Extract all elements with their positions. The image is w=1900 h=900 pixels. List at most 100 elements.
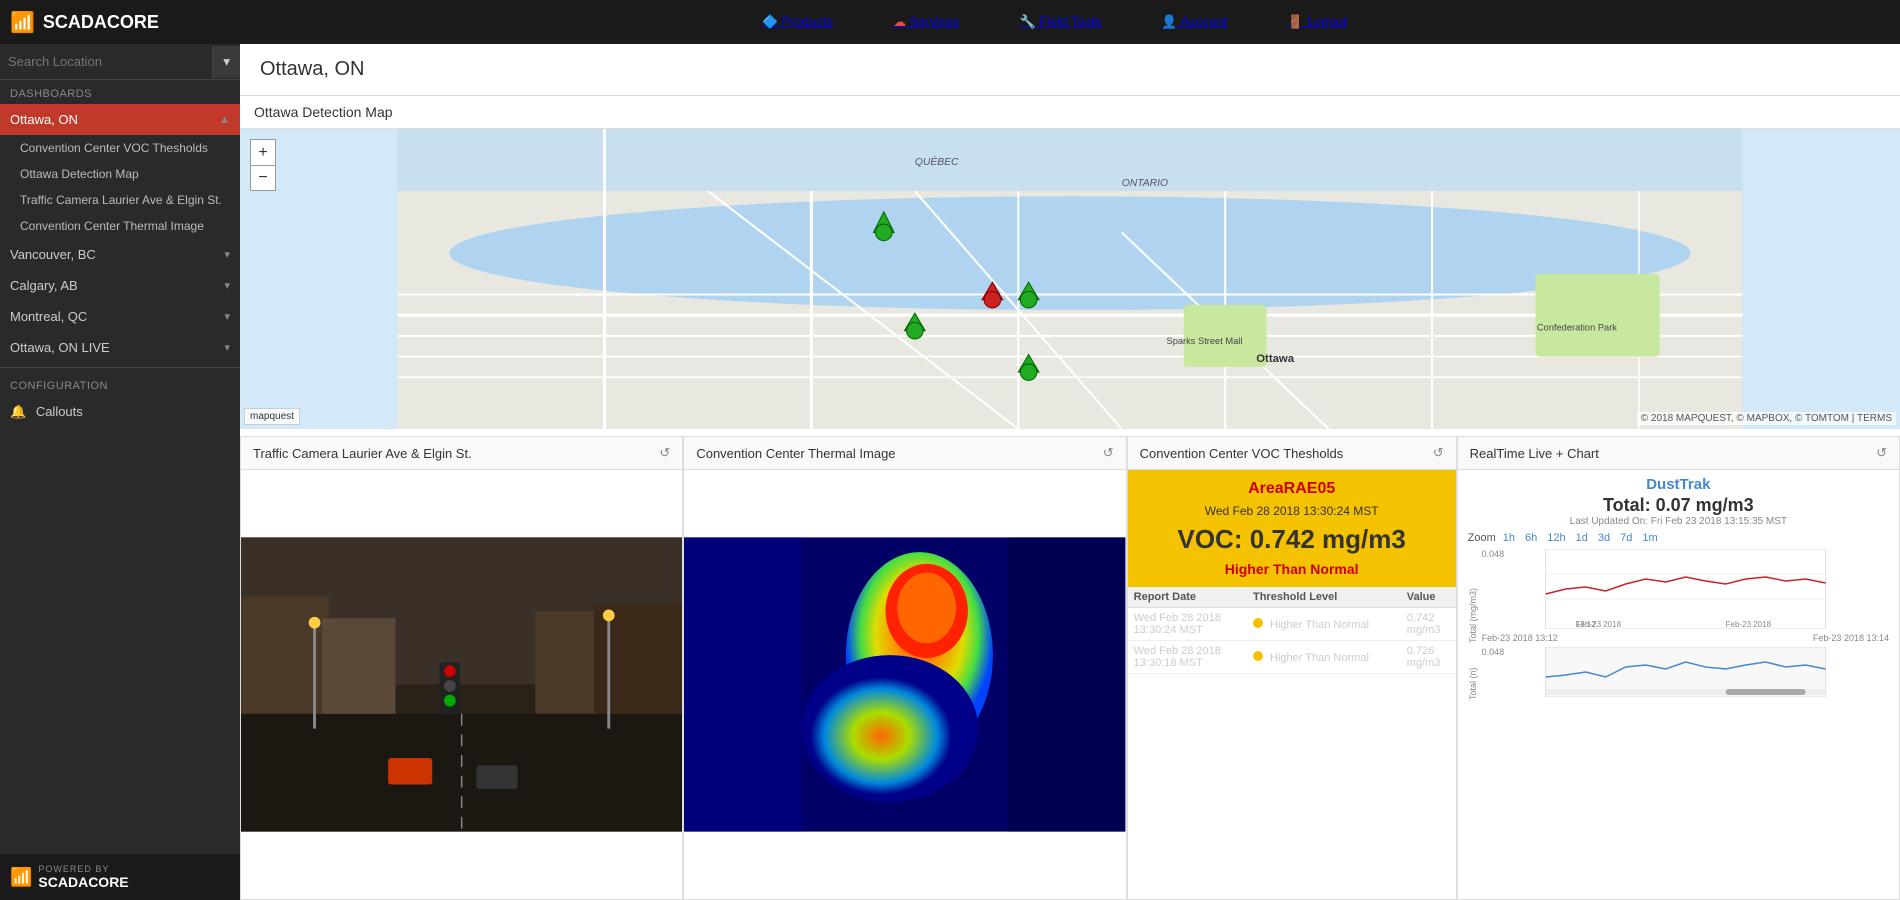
sidebar-item-callouts[interactable]: 🔔 Callouts [0, 396, 240, 428]
chart-total: Total: 0.07 mg/m3 [1468, 495, 1889, 516]
thermal-image-body [684, 470, 1125, 899]
sidebar-item-vancouver-bc[interactable]: Vancouver, BC ▾ [0, 239, 240, 270]
sidebar-sub-voc-thesholds[interactable]: Convention Center VOC Thesholds [0, 135, 240, 161]
traffic-camera-panel: Traffic Camera Laurier Ave & Elgin St. ↺ [240, 436, 683, 900]
chart-y-axis-label-2: Total (n) [1468, 647, 1478, 700]
zoom-1d[interactable]: 1d [1573, 531, 1591, 545]
dashboards-section-label: DASHBOARDS [0, 80, 240, 104]
chart-x-label-right: Feb-23 2018 13:14 [1813, 633, 1889, 643]
chart-y-axis-label: Total (mg/m3) [1468, 549, 1478, 643]
chevron-down-icon: ▾ [224, 310, 230, 323]
threshold-dot [1253, 651, 1263, 661]
main-content: Ottawa, ON Ottawa Detection Map [240, 44, 1900, 900]
svg-text:Confederation Park: Confederation Park [1537, 323, 1617, 333]
chevron-up-icon: ▲ [219, 114, 230, 126]
sidebar-sub-detection-map[interactable]: Ottawa Detection Map [0, 161, 240, 187]
realtime-panel-body: DustTrak Total: 0.07 mg/m3 Last Updated … [1458, 470, 1899, 899]
nav-products[interactable]: 🔷 Products [762, 14, 833, 30]
traffic-cam-refresh-icon[interactable]: ↺ [659, 445, 670, 461]
zoom-6h[interactable]: 6h [1522, 531, 1540, 545]
nav-field-tools[interactable]: 🔧 Field Tools [1020, 14, 1102, 30]
svg-text:13:12: 13:12 [1575, 620, 1596, 629]
nav-account[interactable]: 👤 Account [1161, 14, 1227, 30]
field-tools-icon: 🔧 [1020, 14, 1036, 29]
zoom-3d[interactable]: 3d [1595, 531, 1613, 545]
thermal-refresh-icon[interactable]: ↺ [1103, 445, 1114, 461]
search-bar: ▾ [0, 44, 240, 80]
threshold-dot [1253, 618, 1263, 628]
logo-text: SCADACORE [43, 12, 159, 33]
configuration-section-label: CONFIGURATION [0, 372, 240, 396]
map-svg: Sparks Street Mall Ottawa Confederation … [240, 129, 1900, 429]
svg-text:ONTARIO: ONTARIO [1122, 178, 1168, 189]
thermal-image-panel-header: Convention Center Thermal Image ↺ [684, 437, 1125, 470]
chevron-down-icon: ▾ [224, 248, 230, 261]
map-panel: Ottawa Detection Map [240, 96, 1900, 436]
svg-text:Feb-23 2018: Feb-23 2018 [1725, 620, 1771, 629]
chart-title: DustTrak [1468, 476, 1889, 493]
traffic-camera-panel-header: Traffic Camera Laurier Ave & Elgin St. ↺ [241, 437, 682, 470]
zoom-12h[interactable]: 12h [1544, 531, 1568, 545]
realtime-panel-header: RealTime Live + Chart ↺ [1458, 437, 1899, 470]
voc-table: Report Date Threshold Level Value Wed Fe… [1128, 587, 1456, 674]
map-title: Ottawa Detection Map [240, 96, 1900, 129]
voc-sensor-name: AreaRAE05 [1138, 480, 1446, 498]
map-attribution: © 2018 MAPQUEST, © MAPBOX, © TOMTOM | TE… [1637, 412, 1896, 425]
zoom-out-button[interactable]: − [250, 165, 276, 191]
voc-status: Higher Than Normal [1138, 561, 1446, 577]
wifi-footer-icon: 📶 [10, 867, 32, 888]
map-container[interactable]: Sparks Street Mall Ottawa Confederation … [240, 129, 1900, 429]
realtime-chart-svg: Feb-23 2018 13:12 Feb-23 2018 [1482, 549, 1889, 629]
realtime-chart2-svg [1482, 647, 1889, 697]
table-row: Wed Feb 28 2018 13:30:24 MST Higher Than… [1128, 608, 1456, 641]
zoom-controls: Zoom 1h 6h 12h 1d 3d 7d 1m [1468, 531, 1889, 545]
svg-text:QUÉBEC: QUÉBEC [915, 155, 959, 168]
products-icon: 🔷 [762, 14, 778, 29]
thermal-image-panel: Convention Center Thermal Image ↺ [683, 436, 1126, 900]
voc-panel-body: AreaRAE05 Wed Feb 28 2018 13:30:24 MST V… [1128, 470, 1456, 899]
map-controls: + − [250, 139, 276, 191]
nav-logout[interactable]: 🚪 Logout [1287, 14, 1347, 30]
voc-refresh-icon[interactable]: ↺ [1433, 445, 1444, 461]
voc-panel: Convention Center VOC Thesholds ↺ AreaRA… [1127, 436, 1457, 900]
mapquest-logo: mapquest [244, 408, 300, 425]
sidebar-item-ottawa-on-live[interactable]: Ottawa, ON LIVE ▾ [0, 332, 240, 363]
chevron-down-icon: ▾ [224, 341, 230, 354]
powered-by-footer: 📶 POWERED BY SCADACORE [0, 854, 240, 900]
services-icon: ☁ [893, 14, 906, 29]
voc-datetime: Wed Feb 28 2018 13:30:24 MST [1138, 504, 1446, 518]
sidebar-sub-thermal-image[interactable]: Convention Center Thermal Image [0, 213, 240, 239]
search-dropdown-button[interactable]: ▾ [212, 46, 240, 78]
zoom-1m[interactable]: 1m [1639, 531, 1660, 545]
realtime-chart-panel: RealTime Live + Chart ↺ DustTrak Total: … [1457, 436, 1900, 900]
sidebar: ▾ DASHBOARDS Ottawa, ON ▲ Convention Cen… [0, 44, 240, 900]
logo[interactable]: 📶 SCADACORE [10, 10, 159, 35]
thermal-cam-image [684, 470, 1125, 899]
sidebar-sub-traffic-camera[interactable]: Traffic Camera Laurier Ave & Elgin St. [0, 187, 240, 213]
voc-panel-header: Convention Center VOC Thesholds ↺ [1128, 437, 1456, 470]
wifi-icon: 📶 [10, 10, 35, 35]
sidebar-item-calgary-ab[interactable]: Calgary, AB ▾ [0, 270, 240, 301]
svg-text:Sparks Street Mall: Sparks Street Mall [1167, 336, 1243, 346]
search-input[interactable] [0, 44, 212, 79]
chevron-down-icon: ▾ [224, 279, 230, 292]
realtime-refresh-icon[interactable]: ↺ [1876, 445, 1887, 461]
bell-icon: 🔔 [10, 404, 26, 419]
chart-x-label-left: Feb-23 2018 13:12 [1482, 633, 1558, 643]
chart-last-updated: Last Updated On: Fri Feb 23 2018 13:15:3… [1468, 516, 1889, 527]
voc-value: VOC: 0.742 mg/m3 [1138, 524, 1446, 555]
zoom-7d[interactable]: 7d [1617, 531, 1635, 545]
traffic-camera-body [241, 470, 682, 899]
zoom-in-button[interactable]: + [250, 139, 276, 165]
logout-icon: 🚪 [1287, 14, 1303, 29]
page-title: Ottawa, ON [240, 44, 1900, 96]
sidebar-item-ottawa-on[interactable]: Ottawa, ON ▲ [0, 104, 240, 135]
top-navigation: 📶 SCADACORE 🔷 Products ☁ Services 🔧 Fiel… [0, 0, 1900, 44]
svg-text:Ottawa: Ottawa [1256, 353, 1295, 365]
account-icon: 👤 [1161, 14, 1177, 29]
table-row: Wed Feb 28 2018 13:30:18 MST Higher Than… [1128, 641, 1456, 674]
sidebar-item-montreal-qc[interactable]: Montreal, QC ▾ [0, 301, 240, 332]
nav-services[interactable]: ☁ Services [893, 14, 959, 30]
zoom-1h[interactable]: 1h [1500, 531, 1518, 545]
traffic-cam-image [241, 470, 682, 899]
